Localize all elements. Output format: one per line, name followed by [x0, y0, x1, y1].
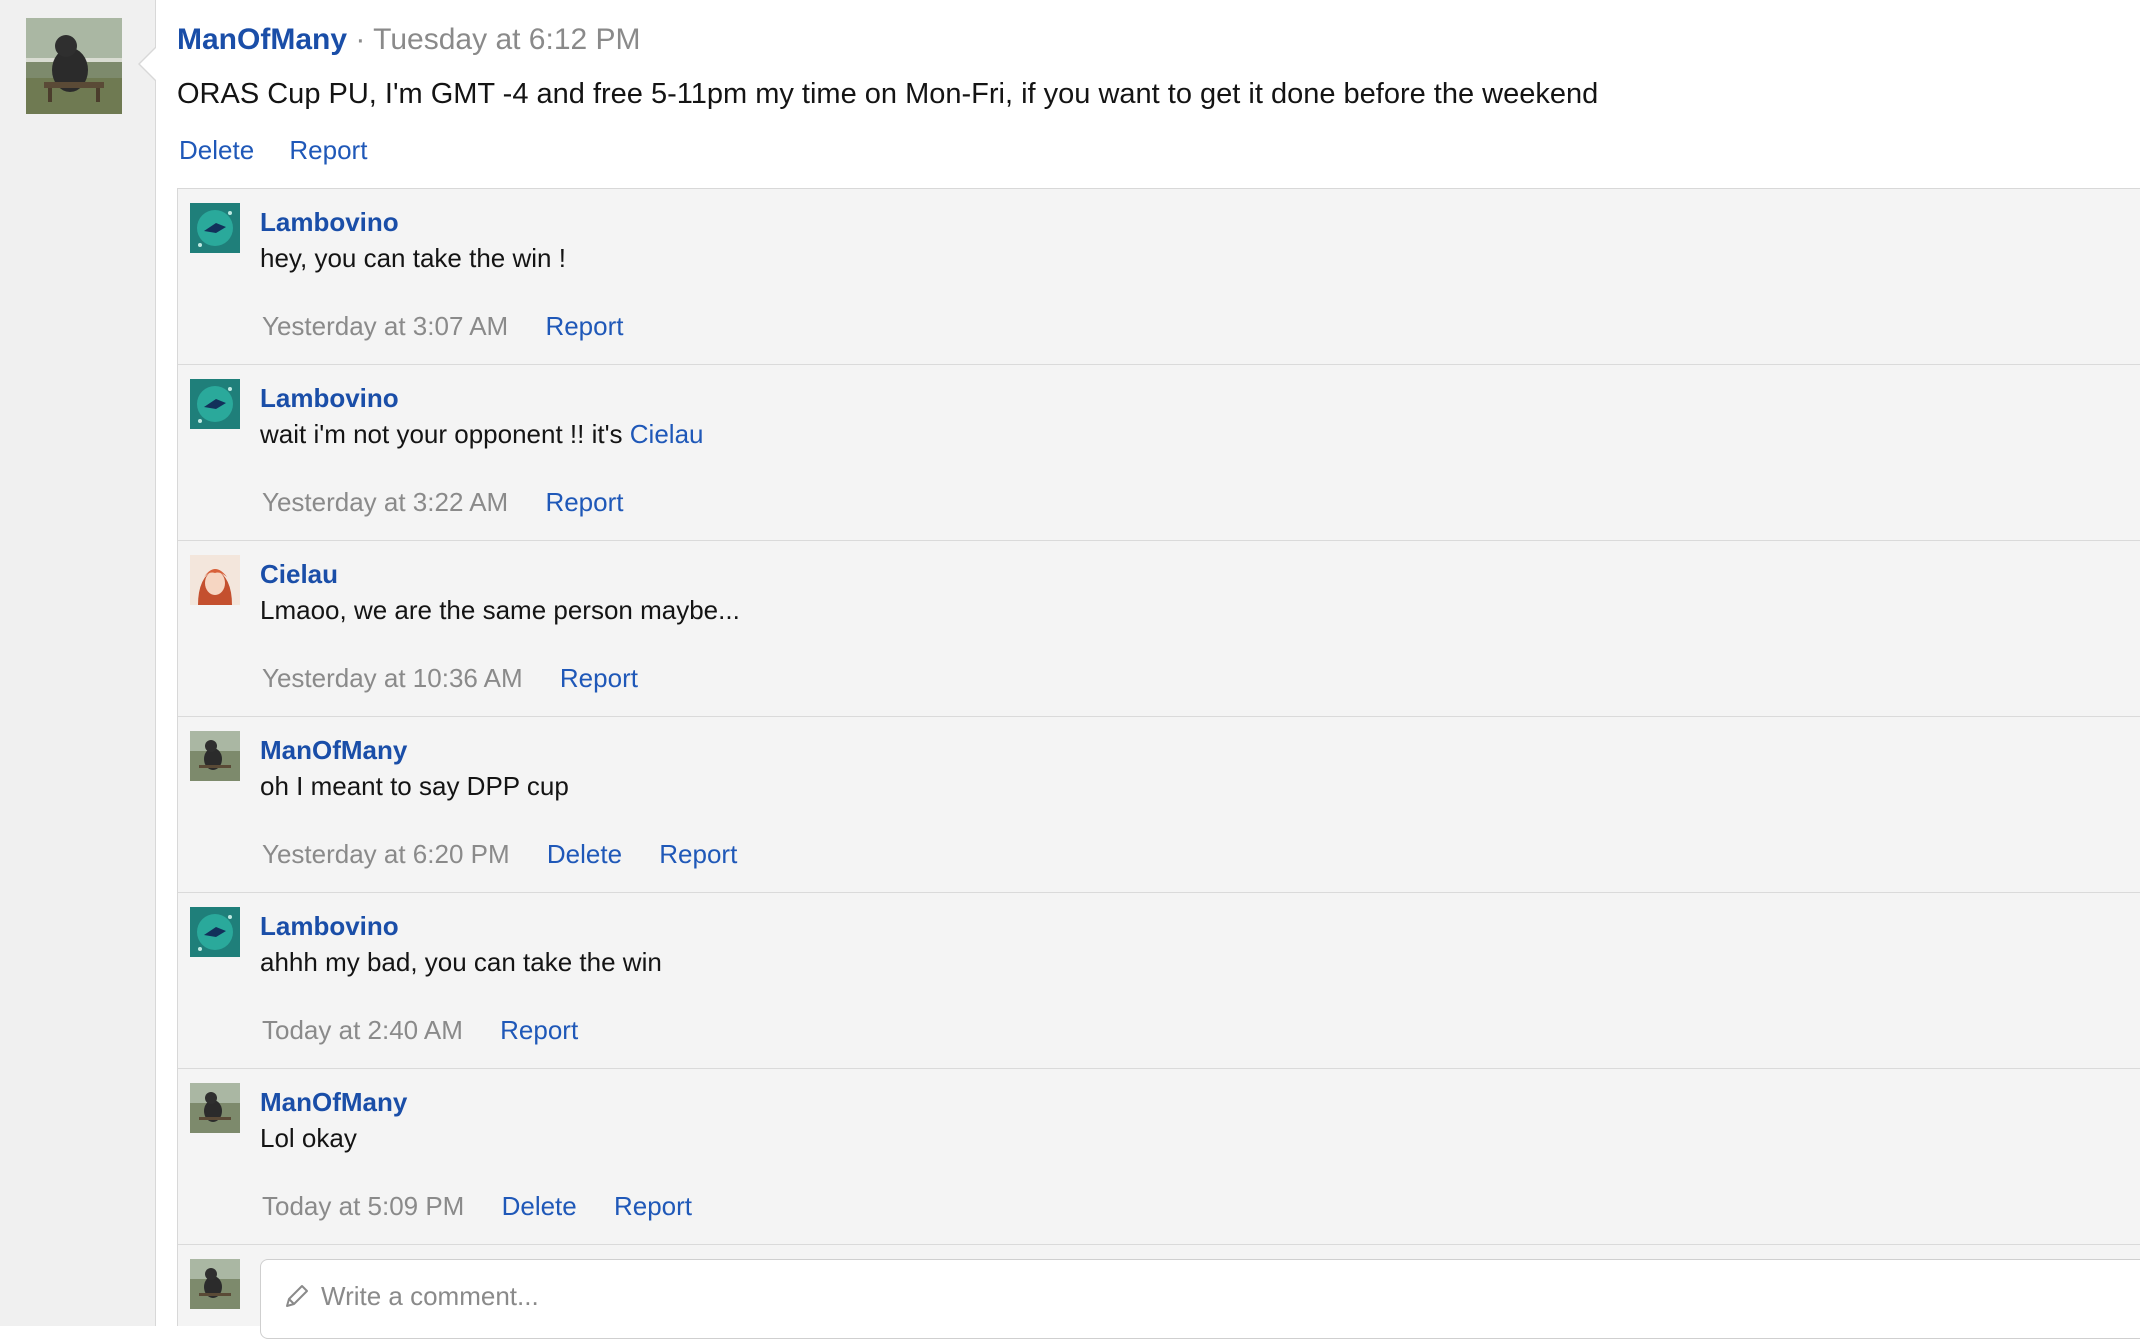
current-user-avatar[interactable] [190, 1259, 240, 1309]
comment-avatar[interactable] [190, 1083, 240, 1133]
comment-avatar[interactable] [190, 907, 240, 957]
pencil-icon [283, 1282, 311, 1310]
comment-avatar[interactable] [190, 555, 240, 605]
comment-box[interactable] [260, 1259, 2140, 1339]
post-body: ORAS Cup PU, I'm GMT -4 and free 5-11pm … [177, 78, 1599, 110]
comment-author-link[interactable]: Lambovino [260, 205, 399, 239]
comment-avatar[interactable] [190, 379, 240, 429]
comment-thread: Lambovino hey, you can take the win ! Ye… [177, 188, 2140, 1339]
post-author-link[interactable]: ManOfMany [177, 23, 347, 56]
comment-text: hey, you can take the win ! [260, 243, 566, 273]
comment-report-link[interactable]: Report [659, 839, 737, 869]
comment-meta: Yesterday at 6:20 PM Delete Report [262, 837, 767, 871]
comment-meta: Today at 5:09 PM Delete Report [262, 1189, 722, 1223]
comment-report-link[interactable]: Report [560, 663, 638, 693]
comment-author-link[interactable]: ManOfMany [260, 1085, 407, 1119]
comment-text: ahhh my bad, you can take the win [260, 947, 662, 977]
new-comment-row [178, 1245, 2140, 1339]
comment-meta: Yesterday at 10:36 AM Report [262, 661, 668, 695]
comment-report-link[interactable]: Report [545, 487, 623, 517]
comment-delete-link[interactable]: Delete [547, 839, 622, 869]
comment-timestamp[interactable]: Yesterday at 3:22 AM [262, 487, 508, 517]
comment-item: Lambovino hey, you can take the win ! Ye… [178, 189, 2140, 365]
comment-author-link[interactable]: Lambovino [260, 909, 399, 943]
comment-author-link[interactable]: Lambovino [260, 381, 399, 415]
post-author-avatar[interactable] [26, 18, 122, 114]
comment-text: oh I meant to say DPP cup [260, 771, 569, 801]
comment-text: Lol okay [260, 1123, 357, 1153]
comment-timestamp[interactable]: Yesterday at 3:07 AM [262, 311, 508, 341]
comment-meta: Yesterday at 3:22 AM Report [262, 485, 653, 519]
comment-item: Lambovino wait i'm not your opponent !! … [178, 365, 2140, 541]
comment-report-link[interactable]: Report [545, 311, 623, 341]
comment-meta: Yesterday at 3:07 AM Report [262, 309, 653, 343]
comment-input[interactable] [321, 1278, 2021, 1314]
comment-timestamp[interactable]: Yesterday at 10:36 AM [262, 663, 523, 693]
comment-timestamp[interactable]: Today at 2:40 AM [262, 1015, 463, 1045]
comment-author-link[interactable]: ManOfMany [260, 733, 407, 767]
comment-text: wait i'm not your opponent !! it's Ciela… [260, 417, 704, 451]
post-separator: · [355, 23, 366, 56]
comment-item: Cielau Lmaoo, we are the same person may… [178, 541, 2140, 717]
comment-report-link[interactable]: Report [614, 1191, 692, 1221]
post-timestamp[interactable]: Tuesday at 6:12 PM [373, 23, 640, 56]
comment-delete-link[interactable]: Delete [502, 1191, 577, 1221]
comment-text-body: wait i'm not your opponent !! it's [260, 419, 630, 449]
comment-timestamp[interactable]: Today at 5:09 PM [262, 1191, 464, 1221]
comment-item: ManOfMany oh I meant to say DPP cup Yest… [178, 717, 2140, 893]
comment-avatar[interactable] [190, 203, 240, 253]
profile-sidebar [0, 0, 156, 1326]
post-actions: Delete Report [179, 132, 395, 168]
post-header: ManOfMany · Tuesday at 6:12 PM [177, 20, 641, 60]
post-delete-link[interactable]: Delete [179, 135, 254, 165]
comment-item: Lambovino ahhh my bad, you can take the … [178, 893, 2140, 1069]
comment-meta: Today at 2:40 AM Report [262, 1013, 608, 1047]
comment-author-link[interactable]: Cielau [260, 557, 338, 591]
mention-link[interactable]: Cielau [630, 419, 704, 449]
post-report-link[interactable]: Report [289, 135, 367, 165]
comment-avatar[interactable] [190, 731, 240, 781]
comment-item: ManOfMany Lol okay Today at 5:09 PM Dele… [178, 1069, 2140, 1245]
comment-timestamp[interactable]: Yesterday at 6:20 PM [262, 839, 510, 869]
comment-report-link[interactable]: Report [500, 1015, 578, 1045]
comment-text: Lmaoo, we are the same person maybe... [260, 595, 740, 625]
speech-pointer [140, 48, 156, 80]
